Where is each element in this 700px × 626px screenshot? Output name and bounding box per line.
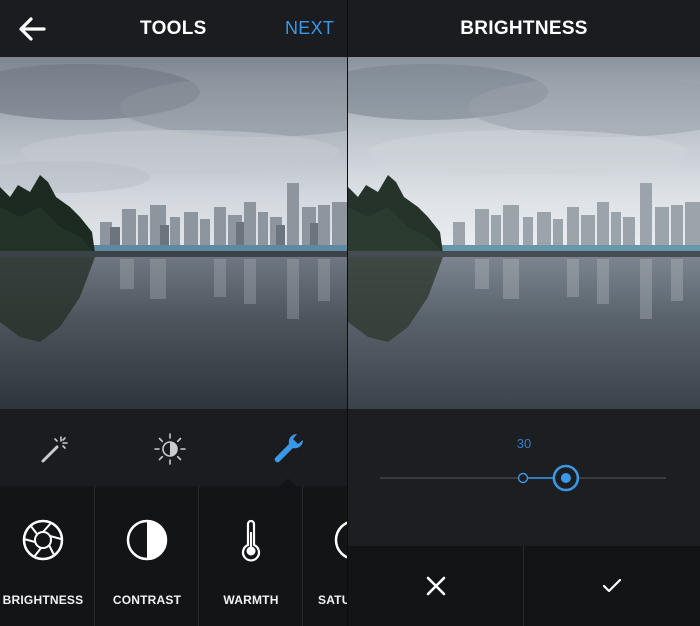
cancel-button[interactable]	[348, 546, 523, 626]
slider-origin-marker	[517, 472, 529, 484]
brightness-slider[interactable]	[348, 459, 700, 499]
brightness-panel: BRIGHTNESS 30	[348, 0, 700, 626]
back-button[interactable]	[14, 13, 48, 45]
slider-value: 30	[516, 436, 532, 451]
contrast-icon	[126, 519, 168, 561]
thermometer-icon	[241, 519, 261, 562]
action-bar	[348, 546, 700, 626]
photo-preview	[0, 57, 347, 409]
tool-saturation[interactable]: SATU	[304, 486, 347, 626]
brightness-contrast-icon	[154, 433, 186, 465]
tool-label: SATU	[318, 593, 347, 607]
photo-preview	[348, 57, 700, 409]
brightness-slider-area: 30	[348, 409, 700, 546]
active-tab-pointer	[280, 478, 296, 486]
done-button[interactable]	[524, 546, 700, 626]
next-button[interactable]: NEXT	[285, 18, 334, 39]
tool-warmth[interactable]: WARMTH	[200, 486, 303, 626]
checkmark-icon	[602, 578, 622, 593]
tool-brightness[interactable]: BRIGHTNESS	[0, 486, 95, 626]
close-icon	[426, 576, 445, 596]
tools-panel: TOOLS NEXT BRIGHTNESS CONTRAST WARMTH SA…	[0, 0, 347, 626]
page-title: BRIGHTNESS	[460, 18, 588, 39]
aperture-icon	[22, 519, 64, 561]
back-arrow-icon	[19, 17, 46, 41]
tab-tools[interactable]	[268, 429, 308, 469]
tool-label: WARMTH	[223, 593, 279, 607]
tool-label: CONTRAST	[112, 593, 182, 607]
saturation-icon	[334, 521, 347, 559]
tools-top-bar: TOOLS NEXT	[0, 0, 347, 57]
brightness-top-bar: BRIGHTNESS	[348, 0, 700, 57]
page-title: TOOLS	[140, 18, 207, 39]
tab-filters[interactable]	[150, 429, 190, 469]
magic-wand-icon	[41, 436, 68, 463]
tool-contrast[interactable]: CONTRAST	[96, 486, 199, 626]
tab-lux[interactable]	[35, 429, 75, 469]
tool-label: BRIGHTNESS	[2, 593, 84, 607]
slider-thumb[interactable]	[552, 464, 580, 492]
tool-strip: BRIGHTNESS CONTRAST WARMTH SATU	[0, 486, 347, 626]
wrench-icon	[274, 433, 304, 463]
tool-tabs	[0, 409, 347, 486]
